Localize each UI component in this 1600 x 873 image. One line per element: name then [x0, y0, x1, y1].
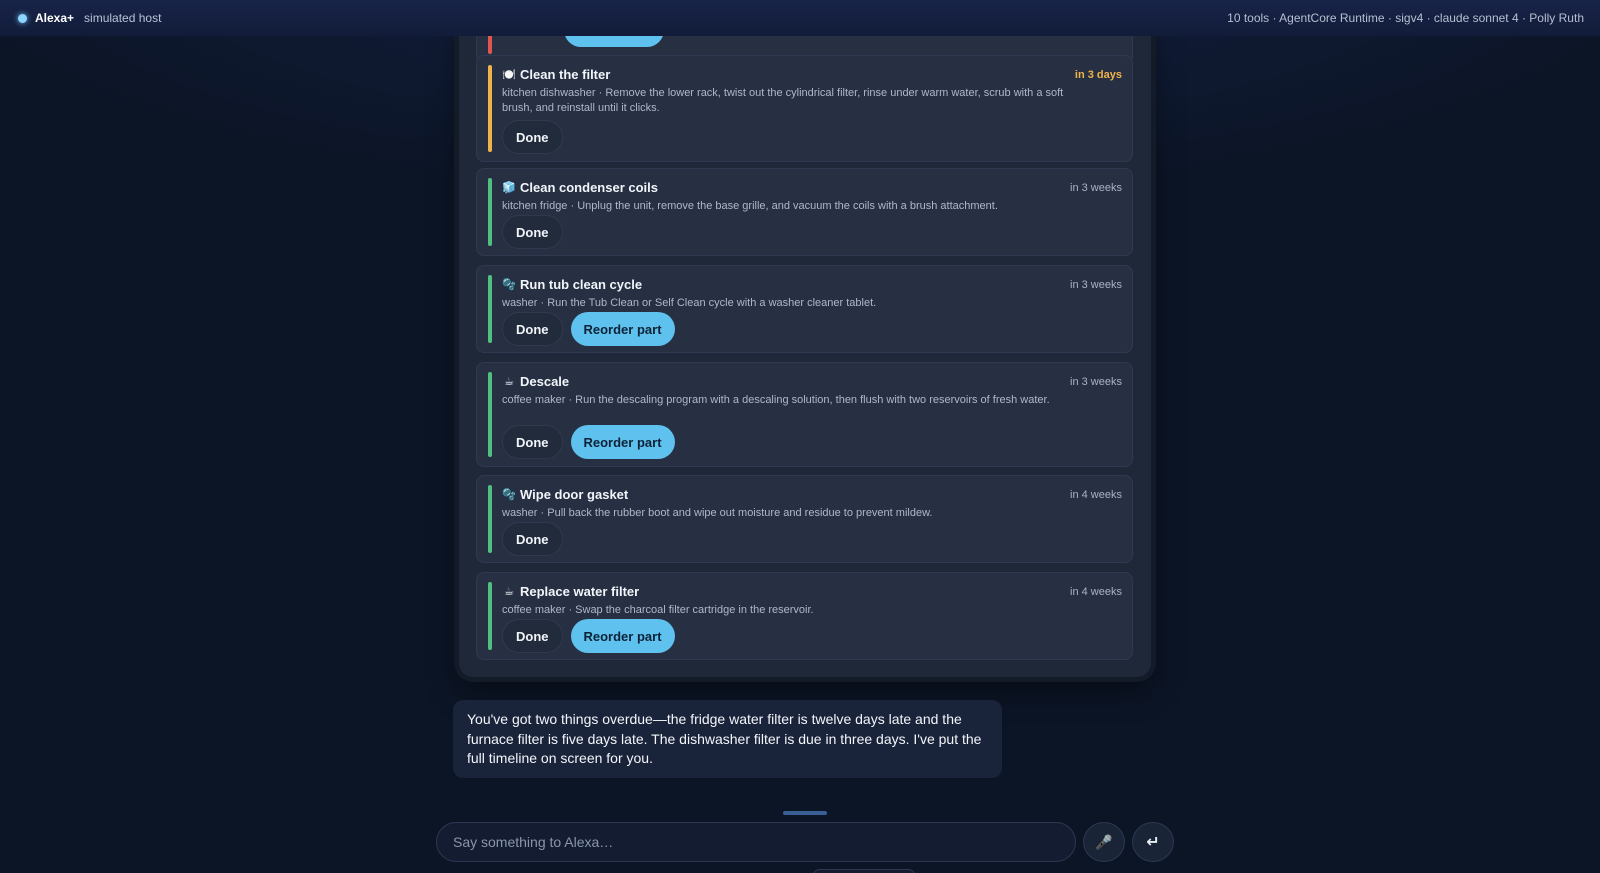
task-due: in 3 weeks	[1070, 182, 1122, 194]
washer-icon: 🫧	[502, 279, 516, 291]
done-button[interactable]: Done	[502, 425, 563, 459]
task-title: Wipe door gasket	[520, 487, 629, 502]
task-title: Replace water filter	[520, 584, 640, 599]
enter-icon: ↵	[1146, 834, 1160, 851]
task-card: ☕ Replace water filter in 4 weeks coffee…	[476, 572, 1133, 660]
coffee-maker-icon: ☕	[504, 586, 514, 598]
task-description: washer · Pull back the rubber boot and w…	[502, 507, 933, 519]
runtime-info: 10 tools · AgentCore Runtime · sigv4 · c…	[1227, 11, 1584, 25]
on-track-bar	[488, 582, 492, 650]
task-due: in 4 weeks	[1070, 586, 1122, 598]
assistant-message: You've got two things overdue—the fridge…	[453, 700, 1002, 778]
task-title: Clean condenser coils	[520, 180, 658, 195]
done-button[interactable]: Done	[502, 215, 563, 249]
task-description: kitchen dishwasher · Remove the lower ra…	[502, 87, 1064, 114]
host-label: simulated host	[84, 11, 162, 25]
on-track-bar	[488, 275, 492, 343]
task-card: 🫧 Run tub clean cycle in 3 weeks washer …	[476, 265, 1133, 353]
task-card: 🫧 Wipe door gasket in 4 weeks washer · P…	[476, 475, 1133, 563]
composer	[436, 822, 1076, 862]
chat-input[interactable]	[436, 822, 1076, 862]
reorder-part-button[interactable]: Reorder part	[570, 425, 675, 459]
scroll-indicator[interactable]	[783, 811, 827, 815]
fridge-icon: 🧊	[502, 182, 516, 194]
top-bar: Alexa+ simulated host 10 tools · AgentCo…	[0, 0, 1600, 36]
done-button[interactable]: Done	[502, 522, 563, 556]
bottom-tab[interactable]	[812, 869, 916, 873]
due-soon-bar	[488, 65, 492, 152]
coffee-maker-icon: ☕	[504, 376, 514, 388]
done-button[interactable]: Done	[502, 120, 563, 154]
task-description: kitchen fridge · Unplug the unit, remove…	[502, 200, 998, 212]
task-due: in 3 weeks	[1070, 279, 1122, 291]
dishwasher-icon: 🍽️	[502, 69, 516, 81]
task-title: Clean the filter	[520, 67, 611, 82]
task-due: in 3 weeks	[1070, 376, 1122, 388]
done-button[interactable]: Done	[502, 312, 563, 346]
task-card: 🍽️ Clean the filter in 3 days kitchen di…	[476, 55, 1133, 162]
done-button[interactable]: Done	[502, 619, 563, 653]
maintenance-timeline-panel: 🍽️ Clean the filter in 3 days kitchen di…	[459, 20, 1151, 677]
microphone-icon: 🎤	[1095, 833, 1113, 850]
on-track-bar	[488, 485, 492, 553]
task-description: washer · Run the Tub Clean or Self Clean…	[502, 297, 877, 309]
on-track-bar	[488, 178, 492, 246]
mic-button[interactable]: 🎤	[1083, 822, 1125, 862]
brand-name: Alexa+	[35, 11, 75, 25]
task-title: Run tub clean cycle	[520, 277, 643, 292]
on-track-bar	[488, 372, 492, 457]
task-description: coffee maker · Run the descaling program…	[502, 394, 1050, 406]
task-due: in 4 weeks	[1070, 489, 1122, 501]
send-button[interactable]: ↵	[1132, 822, 1174, 862]
status-dot-icon	[18, 13, 27, 23]
task-card: 🧊 Clean condenser coils in 3 weeks kitch…	[476, 168, 1133, 256]
task-description: coffee maker · Swap the charcoal filter …	[502, 604, 814, 616]
reorder-part-button[interactable]: Reorder part	[570, 619, 675, 653]
brand: Alexa+ simulated host	[18, 11, 161, 25]
task-title: Descale	[520, 374, 570, 389]
washer-icon: 🫧	[502, 489, 516, 501]
reorder-part-button[interactable]: Reorder part	[570, 312, 675, 346]
task-due: in 3 days	[1074, 69, 1122, 81]
task-card: ☕ Descale in 3 weeks coffee maker · Run …	[476, 362, 1133, 467]
